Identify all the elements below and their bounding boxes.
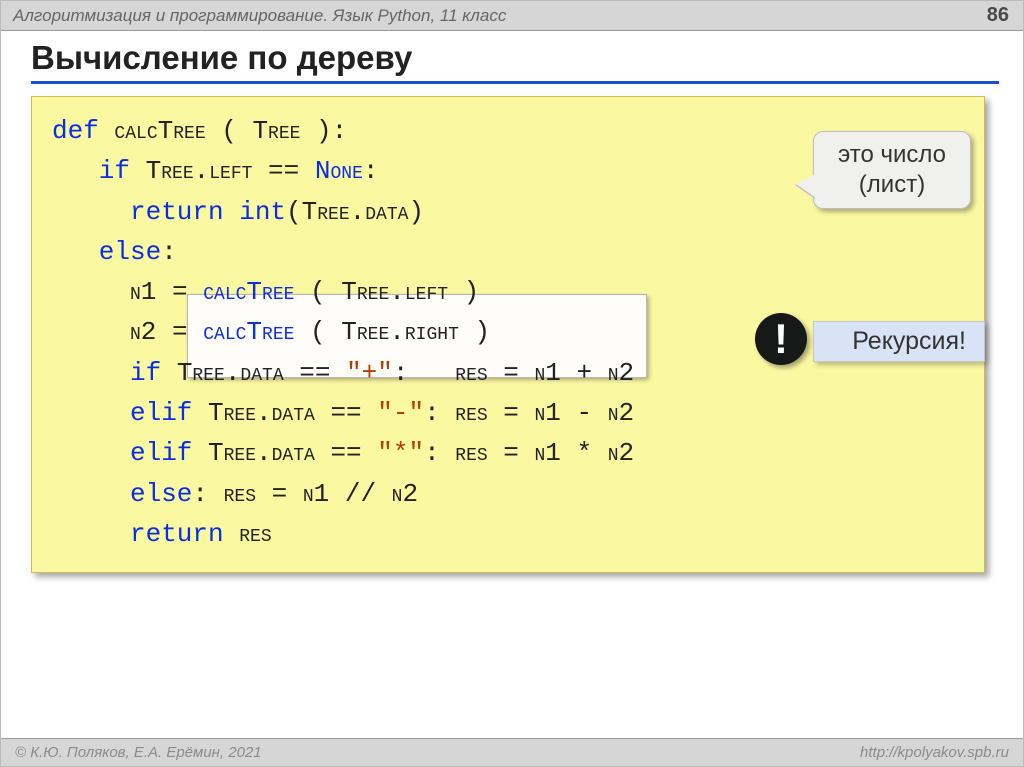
bubble-line2: (лист)	[838, 170, 946, 200]
header-bar: Алгоритмизация и программирование. Язык …	[1, 1, 1023, 31]
footer-bar: © К.Ю. Поляков, Е.А. Ерёмин, 2021 http:/…	[1, 738, 1023, 766]
slide-title: Вычисление по дереву	[31, 39, 999, 84]
header-title: Алгоритмизация и программирование. Язык …	[13, 6, 506, 26]
footer-url: http://kpolyakov.spb.ru	[860, 744, 1009, 761]
slide-body: Вычисление по дереву def calcTree ( Tree…	[1, 31, 1023, 738]
bubble-line1: это число	[838, 140, 946, 170]
bubble-tail-icon	[796, 174, 816, 198]
exclamation-icon: !	[755, 313, 807, 365]
page-number: 86	[987, 4, 1009, 27]
recursion-label: Рекурсия!	[813, 321, 985, 362]
footer-copyright: © К.Ю. Поляков, Е.А. Ерёмин, 2021	[15, 744, 262, 761]
leaf-bubble: это число (лист)	[813, 131, 971, 209]
